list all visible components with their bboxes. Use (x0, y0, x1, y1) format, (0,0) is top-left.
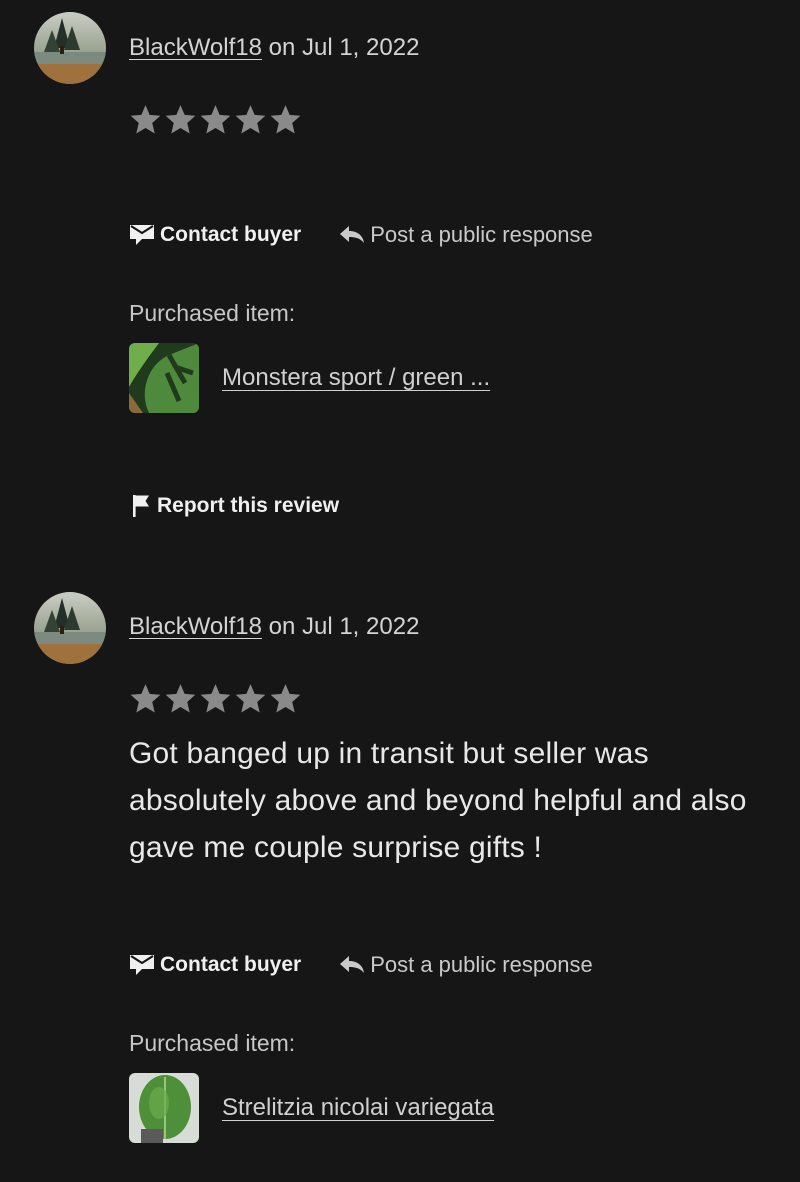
contact-buyer-button[interactable]: Contact buyer (129, 953, 301, 977)
contact-buyer-label: Contact buyer (160, 223, 302, 246)
star-rating (129, 682, 302, 718)
item-name-link[interactable]: Monstera sport / green ... (222, 364, 490, 392)
reply-arrow-icon (339, 955, 365, 975)
flag-icon (132, 494, 150, 518)
post-public-response-label: Post a public response (370, 952, 593, 977)
star-icon (234, 682, 267, 718)
purchased-item-label: Purchased item: (129, 300, 296, 326)
review-date: on Jul 1, 2022 (268, 34, 420, 61)
envelope-icon (129, 223, 155, 247)
review-byline: BlackWolf18 on Jul 1, 2022 (129, 34, 419, 62)
purchased-item: Monstera sport / green ... (129, 343, 490, 413)
report-review-label: Report this review (157, 494, 340, 517)
post-public-response-button[interactable]: Post a public response (339, 952, 593, 978)
star-icon (129, 682, 162, 718)
contact-buyer-label: Contact buyer (160, 953, 302, 976)
avatar[interactable] (34, 592, 106, 664)
post-public-response-button[interactable]: Post a public response (339, 222, 593, 248)
star-icon (199, 103, 232, 139)
contact-buyer-button[interactable]: Contact buyer (129, 223, 301, 247)
star-icon (129, 103, 162, 139)
envelope-icon (129, 953, 155, 977)
star-icon (164, 682, 197, 718)
reply-arrow-icon (339, 225, 365, 245)
review-actions: Contact buyer Post a public response (129, 949, 593, 981)
report-review-button[interactable]: Report this review (132, 494, 339, 518)
review-text: Got banged up in transit but seller was … (129, 737, 747, 864)
star-icon (199, 682, 232, 718)
star-icon (234, 103, 267, 139)
reviewer-username-link[interactable]: BlackWolf18 (129, 34, 262, 61)
star-icon (164, 103, 197, 139)
review-actions: Contact buyer Post a public response (129, 219, 593, 251)
star-rating (129, 103, 302, 139)
review-date: on Jul 1, 2022 (268, 613, 420, 640)
avatar[interactable] (34, 12, 106, 84)
purchased-item-label: Purchased item: (129, 1030, 296, 1056)
star-icon (269, 103, 302, 139)
star-icon (269, 682, 302, 718)
item-thumbnail[interactable] (129, 343, 199, 413)
post-public-response-label: Post a public response (370, 222, 593, 247)
reviewer-username-link[interactable]: BlackWolf18 (129, 613, 262, 640)
purchased-item: Strelitzia nicolai variegata (129, 1073, 494, 1143)
item-name-link[interactable]: Strelitzia nicolai variegata (222, 1094, 494, 1122)
review-byline: BlackWolf18 on Jul 1, 2022 (129, 613, 419, 641)
item-thumbnail[interactable] (129, 1073, 199, 1143)
